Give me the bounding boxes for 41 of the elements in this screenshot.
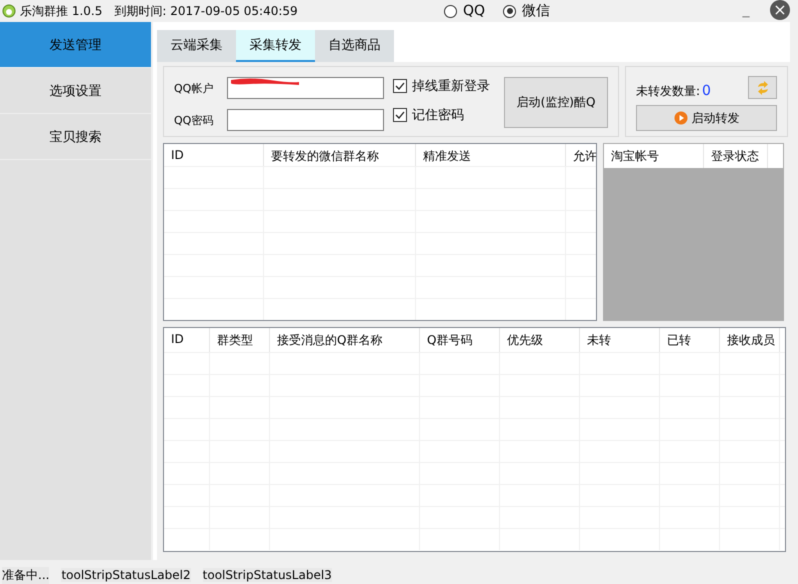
- sidebar-item[interactable]: 发送管理: [0, 22, 151, 68]
- tab[interactable]: 采集转发: [236, 30, 315, 62]
- column-header[interactable]: ID: [164, 328, 210, 352]
- unforwarded-count-label: 未转发数量:: [636, 83, 700, 100]
- column-header[interactable]: 已转: [660, 328, 720, 352]
- column-header[interactable]: 淘宝帐号: [604, 144, 704, 168]
- mode-radio[interactable]: QQ: [444, 3, 486, 19]
- unforwarded-count: 0: [702, 83, 711, 100]
- app-logo-icon: [2, 4, 16, 18]
- tab[interactable]: 自选商品: [315, 30, 394, 62]
- password-field[interactable]: [227, 109, 384, 131]
- checkbox[interactable]: 记住密码: [393, 106, 490, 124]
- status-label: toolStripStatusLabel2: [61, 568, 191, 582]
- column-header[interactable]: 接受消息的Q群名称: [270, 328, 420, 352]
- checkbox[interactable]: 掉线重新登录: [393, 77, 490, 95]
- tab[interactable]: 云端采集: [157, 30, 236, 62]
- minimize-button[interactable]: _: [736, 0, 756, 20]
- account-label: QQ帐户: [174, 80, 214, 96]
- password-label: QQ密码: [174, 112, 214, 128]
- window-title: 乐淘群推 1.0.5: [20, 2, 102, 20]
- check-icon: [394, 109, 406, 121]
- play-icon: [674, 111, 688, 125]
- column-header[interactable]: 精准发送: [416, 144, 566, 166]
- account-field[interactable]: [227, 77, 384, 99]
- column-header[interactable]: 接收成员: [720, 328, 780, 352]
- status-label: 准备中...: [2, 566, 50, 584]
- expiry-time: 到期时间: 2017-09-05 05:40:59: [114, 2, 298, 20]
- start-coolq-button[interactable]: 启动(监控)酷Q: [504, 77, 608, 128]
- column-header[interactable]: 要转发的微信群名称: [264, 144, 416, 166]
- refresh-icon: [756, 80, 770, 94]
- column-header[interactable]: 群类型: [210, 328, 270, 352]
- start-forward-button[interactable]: 启动转发: [636, 105, 777, 131]
- close-button[interactable]: ×: [770, 0, 790, 20]
- column-header[interactable]: ID: [164, 144, 264, 166]
- column-header[interactable]: 登录状态: [704, 144, 768, 168]
- column-header[interactable]: 未转: [580, 328, 660, 352]
- column-header[interactable]: Q群号码: [420, 328, 500, 352]
- column-header[interactable]: 优先级: [500, 328, 580, 352]
- status-label: toolStripStatusLabel3: [202, 568, 332, 582]
- mode-radio[interactable]: 微信: [503, 2, 550, 20]
- check-icon: [394, 80, 406, 92]
